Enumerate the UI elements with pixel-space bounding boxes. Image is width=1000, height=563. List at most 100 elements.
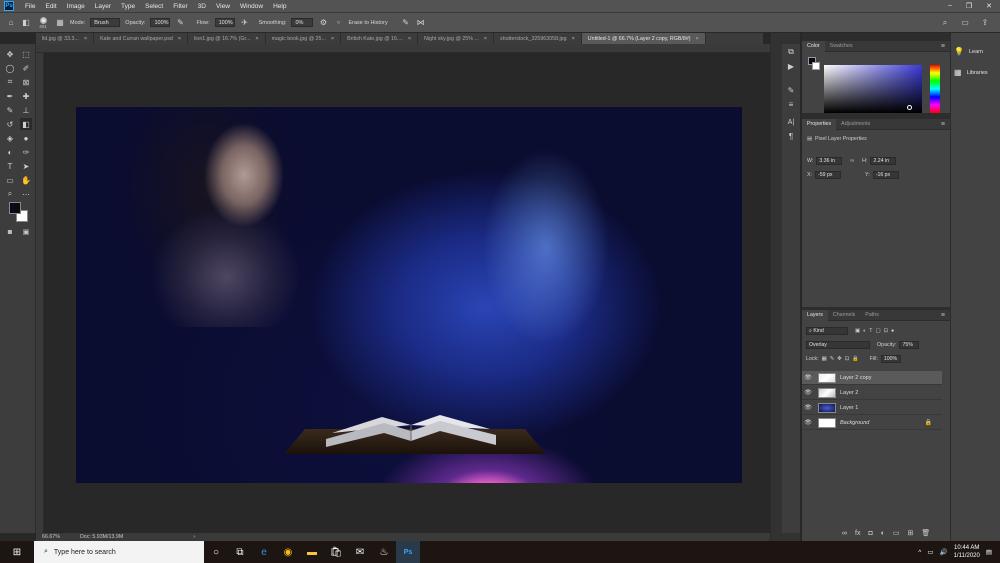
panel-menu-icon[interactable]: ≡ (941, 43, 950, 50)
windows-start-icon[interactable]: ⊞ (0, 541, 34, 563)
menu-type[interactable]: Type (116, 3, 140, 10)
tab-close-icon[interactable]: × (255, 36, 258, 42)
rectangle-tool-icon[interactable]: ▭ (4, 174, 16, 186)
tab-paths[interactable]: Paths (860, 310, 884, 321)
lock-position-icon[interactable]: ✥ (837, 356, 841, 362)
tab-channels[interactable]: Channels (828, 310, 860, 321)
chrome-browser-icon[interactable]: ◉ (276, 541, 300, 563)
tab-close-icon[interactable]: × (178, 36, 181, 42)
libraries-item[interactable]: ▦ Libraries (954, 68, 988, 77)
paragraph-panel-icon[interactable]: ¶ (785, 130, 797, 142)
layer-row-layer-2-copy[interactable]: 👁 Layer 2 copy (802, 371, 942, 385)
learn-item[interactable]: 💡 Learn (954, 47, 983, 56)
pen-tool-icon[interactable]: ✑ (20, 146, 32, 158)
show-hidden-icons-icon[interactable]: ^ (918, 549, 921, 556)
hue-slider[interactable] (930, 65, 940, 113)
menu-3d[interactable]: 3D (193, 3, 211, 10)
add-mask-icon[interactable]: ◘ (868, 530, 872, 537)
mode-select[interactable]: Brush (90, 18, 121, 27)
x-input[interactable]: -59 px (815, 171, 842, 179)
notification-icon[interactable]: ▤ (986, 548, 992, 556)
fill-input[interactable]: 100% (880, 355, 901, 363)
airbrush-icon[interactable]: ✈ (240, 18, 250, 28)
smoothing-input[interactable]: 0% (291, 18, 314, 27)
tab-close-icon[interactable]: × (408, 36, 411, 42)
character-panel-icon[interactable]: A| (785, 116, 797, 128)
layer-row-layer-1[interactable]: 👁 Layer 1 (802, 401, 942, 415)
healing-brush-tool-icon[interactable]: ✚ (20, 90, 32, 102)
maximize-button[interactable]: ❐ (966, 2, 972, 10)
status-menu-arrow[interactable]: › (193, 534, 195, 540)
tab-close-icon[interactable]: × (572, 36, 575, 42)
adjust-panel-icon[interactable]: ≡ (785, 98, 797, 110)
mail-icon[interactable]: ✉ (348, 541, 372, 563)
quick-mask-icon[interactable]: ◙ (4, 226, 16, 238)
tab-close-icon[interactable]: × (696, 36, 699, 42)
tab-doc-7[interactable]: shutterstock_325963058.jpg × (494, 33, 582, 44)
fx-icon[interactable]: fx (855, 530, 860, 537)
close-button[interactable]: ✕ (986, 2, 992, 10)
screen-mode-icon[interactable]: ▣ (20, 226, 32, 238)
menu-view[interactable]: View (211, 3, 235, 10)
frame-tool-icon[interactable]: ⊠ (20, 76, 32, 88)
zoom-tool-icon[interactable]: ⌕ (4, 188, 16, 200)
tab-layers[interactable]: Layers (802, 309, 828, 321)
layer-name[interactable]: Background (840, 420, 869, 426)
paint-bucket-tool-icon[interactable]: ◈ (4, 132, 16, 144)
visibility-eye-icon[interactable]: 👁 (802, 374, 814, 381)
type-filter-icon[interactable]: T (869, 328, 872, 334)
menu-window[interactable]: Window (235, 3, 268, 10)
color-picker-cursor[interactable] (907, 105, 912, 110)
brush-tool-icon[interactable]: ✎ (4, 104, 16, 116)
link-dimensions-icon[interactable]: ∞ (850, 158, 854, 164)
filter-toggle-icon[interactable]: ● (891, 328, 894, 334)
lock-transparent-icon[interactable]: ▦ (822, 356, 827, 362)
opacity-input[interactable]: 100% (150, 18, 171, 27)
layer-name[interactable]: Layer 1 (840, 405, 858, 411)
smoothing-gear-icon[interactable]: ⚙ (318, 18, 328, 28)
lasso-tool-icon[interactable]: ◯ (4, 62, 16, 74)
eraser-tool-preset-icon[interactable]: ◧ (21, 18, 31, 28)
document-artwork[interactable] (76, 107, 742, 483)
smart-object-filter-icon[interactable]: ⊡ (883, 328, 887, 334)
delete-layer-icon[interactable]: 🗑 (921, 529, 930, 537)
history-brush-tool-icon[interactable]: ↺ (4, 118, 16, 130)
pressure-size-icon[interactable]: ✎ (401, 18, 411, 28)
hand-tool-icon[interactable]: ✋ (20, 174, 32, 186)
layer-name[interactable]: Layer 2 copy (840, 375, 872, 381)
symmetry-icon[interactable]: ⋈ (416, 18, 426, 28)
path-select-tool-icon[interactable]: ➤ (20, 160, 32, 172)
clock[interactable]: 10:44 AM 1/11/2020 (954, 544, 980, 560)
move-tool-icon[interactable]: ✥ (4, 48, 16, 60)
menu-help[interactable]: Help (268, 3, 291, 10)
menu-layer[interactable]: Layer (90, 3, 116, 10)
minimize-button[interactable]: – (948, 2, 952, 10)
tab-doc-3[interactable]: lion1.jpg @ 16.7% (Gr... × (188, 33, 266, 44)
color-background-swatch[interactable] (812, 62, 820, 70)
share-icon[interactable]: ⇪ (980, 18, 990, 28)
layer-name[interactable]: Layer 2 (840, 390, 858, 396)
crop-tool-icon[interactable]: ⌗ (4, 76, 16, 88)
eraser-tool-icon[interactable]: ◧ (20, 118, 32, 130)
visibility-eye-icon[interactable]: 👁 (802, 404, 814, 411)
y-input[interactable]: -16 px (872, 171, 899, 179)
more-tools-icon[interactable]: ⋯ (20, 188, 32, 200)
visibility-eye-icon[interactable]: 👁 (802, 389, 814, 396)
quick-select-tool-icon[interactable]: ✐ (20, 62, 32, 74)
brush-preset-picker[interactable]: 401 (36, 16, 50, 29)
tab-color[interactable]: Color (802, 40, 825, 52)
steam-icon[interactable]: ♨ (372, 541, 396, 563)
height-input[interactable]: 2.24 in (870, 157, 897, 165)
workspace-icon[interactable]: ▭ (960, 18, 970, 28)
file-explorer-icon[interactable]: ▬ (300, 541, 324, 563)
search-icon[interactable]: ⌕ (940, 18, 950, 28)
lock-all-icon[interactable]: 🔒 (852, 356, 859, 362)
type-tool-icon[interactable]: T (4, 160, 16, 172)
layer-row-layer-2[interactable]: 👁 Layer 2 (802, 386, 942, 400)
menu-filter[interactable]: Filter (168, 3, 192, 10)
dodge-tool-icon[interactable]: ◐ (4, 146, 16, 158)
lock-artboard-icon[interactable]: ⊡ (845, 356, 849, 362)
layer-kind-filter[interactable]: ⌕ Kind (806, 327, 848, 335)
tab-properties[interactable]: Properties (802, 118, 837, 130)
photoshop-logo-icon[interactable]: Ps (4, 1, 14, 11)
